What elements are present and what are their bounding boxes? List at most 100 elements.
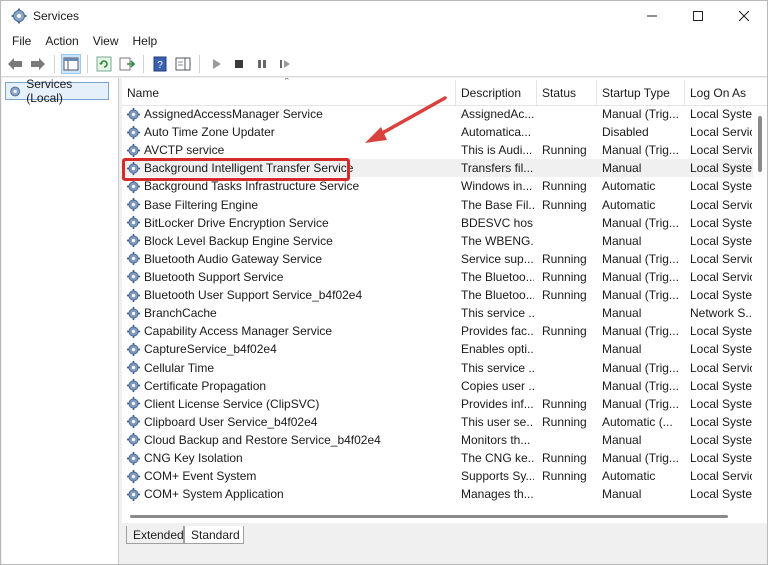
maximize-button[interactable] (675, 1, 721, 31)
service-log-on-as: Local Syste... (690, 432, 752, 447)
menu-view[interactable]: View (86, 34, 126, 48)
close-icon (739, 11, 749, 21)
pause-service-button[interactable] (252, 54, 272, 74)
table-row[interactable]: AssignedAccessManager Service AssignedAc.… (122, 105, 767, 123)
column-header-log-on-as[interactable]: Log On As (685, 80, 767, 106)
stop-icon (235, 59, 243, 68)
service-description: BDESVC hos... (461, 215, 534, 230)
close-button[interactable] (721, 1, 767, 31)
table-row[interactable]: Capability Access Manager Service Provide… (122, 322, 767, 340)
services-list-panel: ⌃ Name Description Status Startup Type L… (122, 78, 767, 523)
table-row[interactable]: Certificate Propagation Copies user ... Ma… (122, 377, 767, 395)
table-row[interactable]: AVCTP service This is Audi... Running Manua… (122, 141, 767, 159)
export-list-button[interactable] (117, 54, 137, 74)
service-name-cell: Client License Service (ClipSVC) (126, 395, 456, 413)
minimize-button[interactable] (629, 1, 675, 31)
stop-service-button[interactable] (229, 54, 249, 74)
restart-service-button[interactable] (275, 54, 295, 74)
table-row[interactable]: BranchCache This service ... Manual Network… (122, 304, 767, 322)
table-row[interactable]: CaptureService_b4f02e4 Enables opti... Man… (122, 340, 767, 358)
table-row[interactable]: Auto Time Zone Updater Automatica... Disab… (122, 123, 767, 141)
service-gear-icon (126, 107, 141, 121)
service-description: AssignedAc... (461, 107, 534, 121)
export-list-icon (119, 57, 135, 70)
column-header-startup-type[interactable]: Startup Type (597, 80, 685, 106)
show-action-pane-button[interactable] (173, 54, 193, 74)
column-header-description[interactable]: Description (456, 80, 537, 106)
table-row[interactable]: Bluetooth User Support Service_b4f02e4 Th… (122, 286, 767, 304)
service-gear-icon (126, 379, 141, 393)
service-status: Running (542, 451, 587, 466)
show-console-tree-button[interactable] (61, 53, 81, 74)
service-startup-type: Manual (Trig... (602, 269, 679, 284)
table-row[interactable]: CNG Key Isolation The CNG ke... Running Man… (122, 449, 767, 467)
table-row[interactable]: Cloud Backup and Restore Service_b4f02e4… (122, 431, 767, 449)
service-description: Transfers fil... (461, 161, 534, 176)
service-name-cell: BitLocker Drive Encryption Service (126, 214, 456, 232)
table-row[interactable]: Cellular Time This service ... Manual (Tri… (122, 359, 767, 377)
table-row[interactable]: Clipboard User Service_b4f02e4 This user … (122, 413, 767, 431)
table-row[interactable]: Bluetooth Audio Gateway Service Service s… (122, 250, 767, 268)
menu-help[interactable]: Help (126, 34, 165, 48)
table-row[interactable]: COM+ System Application Manages th... Manu… (122, 485, 767, 503)
service-gear-icon (126, 306, 141, 320)
column-header-label: Log On As (690, 86, 747, 100)
tree-item-services-local[interactable]: Services (Local) (5, 77, 109, 105)
vertical-scrollbar[interactable] (753, 106, 767, 508)
service-gear-icon (126, 433, 141, 447)
service-description: Automatica... (461, 125, 532, 140)
start-service-button[interactable] (206, 54, 226, 74)
service-name: Client License Service (ClipSVC) (144, 396, 320, 411)
service-status (542, 485, 598, 503)
menu-action[interactable]: Action (38, 34, 85, 48)
service-status: Running (542, 288, 587, 303)
table-row[interactable]: Background Tasks Infrastructure Service W… (122, 177, 767, 195)
tab-extended[interactable]: Extended (126, 526, 184, 544)
service-log-on-as: Local Syste... (690, 342, 752, 357)
service-gear-icon (126, 487, 141, 501)
service-status (542, 431, 598, 449)
service-gear-icon (126, 125, 141, 139)
toolbar: ? (1, 51, 767, 77)
view-tabs: Extended Standard (122, 523, 767, 564)
service-status (542, 377, 598, 395)
column-header-status[interactable]: Status (537, 80, 597, 106)
table-row[interactable]: Background Intelligent Transfer Service T… (122, 159, 767, 178)
menu-file[interactable]: File (5, 34, 38, 48)
table-row[interactable]: Bluetooth Support Service The Bluetoo... R… (122, 268, 767, 286)
tab-standard[interactable]: Standard (184, 526, 244, 544)
column-header-label: Name (127, 86, 160, 100)
service-gear-icon (126, 270, 141, 284)
service-gear-icon (126, 161, 141, 175)
service-name-cell: AssignedAccessManager Service (126, 105, 456, 123)
console-tree-icon (63, 57, 79, 70)
service-gear-icon (126, 234, 141, 248)
service-description: Enables opti... (461, 342, 534, 357)
service-gear-icon (126, 415, 141, 429)
service-name-cell: Background Tasks Infrastructure Service (126, 177, 456, 195)
table-row[interactable]: Base Filtering Engine The Base Fil... Runn… (122, 196, 767, 214)
help-button[interactable]: ? (150, 54, 170, 74)
service-name: BranchCache (144, 306, 217, 321)
table-row[interactable]: COM+ Event System Supports Sy... Running Au… (122, 467, 767, 485)
service-gear-icon (126, 360, 141, 375)
service-name-cell: Bluetooth User Support Service_b4f02e4 (126, 286, 456, 304)
service-startup-type: Manual (Trig... (602, 215, 679, 230)
back-button[interactable] (5, 54, 25, 74)
toolbar-separator (199, 54, 200, 73)
table-row[interactable]: BitLocker Drive Encryption Service BDESVC… (122, 214, 767, 232)
table-row[interactable]: Client License Service (ClipSVC) Provides… (122, 395, 767, 413)
horizontal-scroll-thumb[interactable] (130, 515, 728, 518)
forward-button[interactable] (28, 54, 48, 74)
service-startup-type: Manual (Trig... (602, 396, 679, 411)
service-status (542, 159, 598, 177)
service-name: Clipboard User Service_b4f02e4 (144, 414, 318, 429)
horizontal-scrollbar[interactable] (122, 509, 767, 523)
refresh-button[interactable] (94, 54, 114, 74)
column-header-name[interactable]: Name (122, 80, 456, 106)
service-description: Copies user ... (461, 378, 534, 393)
table-row[interactable]: Block Level Backup Engine Service The WBE… (122, 232, 767, 250)
service-name: BitLocker Drive Encryption Service (144, 215, 329, 230)
vertical-scroll-thumb[interactable] (758, 116, 762, 172)
window-title: Services (33, 9, 80, 23)
